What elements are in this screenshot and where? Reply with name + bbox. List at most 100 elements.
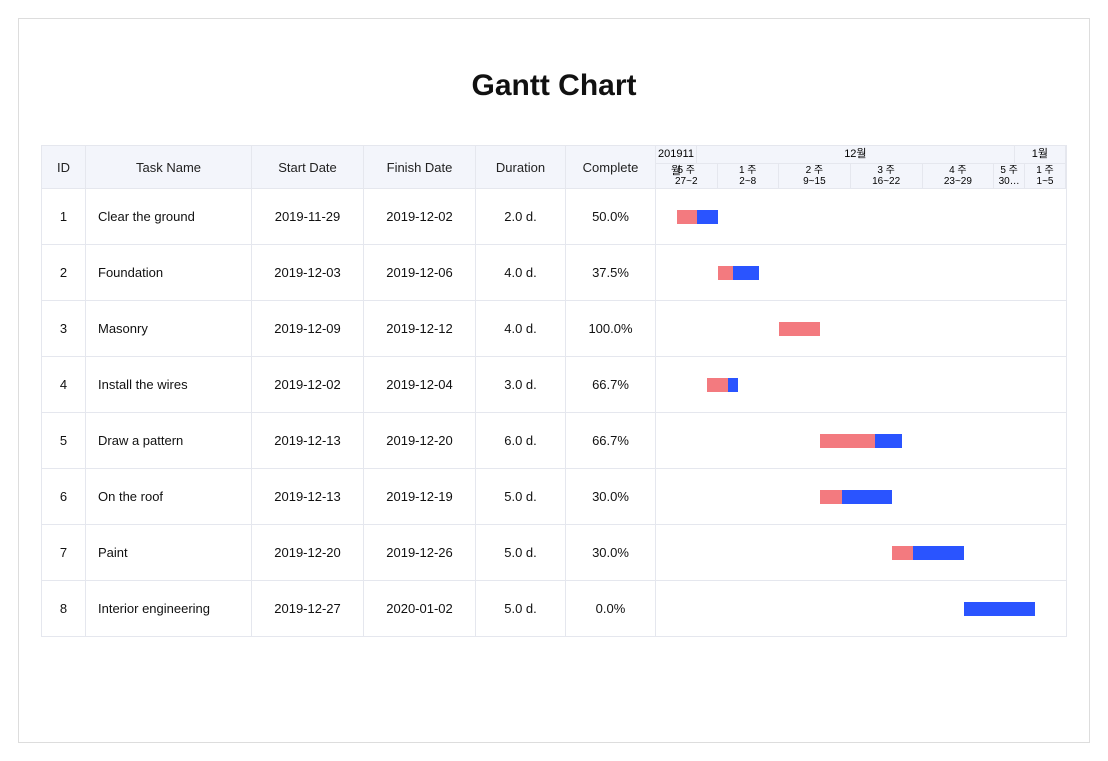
gantt-bar-done [677,210,698,224]
col-header-complete: Complete [566,146,656,188]
cell-duration: 4.0 d. [476,245,566,300]
cell-id: 2 [42,245,86,300]
cell-complete: 30.0% [566,469,656,524]
task-row: 5Draw a pattern2019-12-132019-12-206.0 d… [41,413,1067,469]
timeline-cell [656,581,1066,636]
cell-finish: 2019-12-19 [364,469,476,524]
timeline-header: 201911월12월1월 5 주27~21 주2~82 주9~153 주16~2… [656,146,1066,188]
cell-complete: 66.7% [566,413,656,468]
cell-duration: 4.0 d. [476,301,566,356]
gantt-bar [779,322,820,336]
timeline-week: 4 주23~29 [923,164,995,188]
task-row: 1Clear the ground2019-11-292019-12-022.0… [41,189,1067,245]
cell-start: 2019-12-03 [252,245,364,300]
cell-finish: 2019-12-06 [364,245,476,300]
timeline-cell [656,525,1066,580]
cell-complete: 50.0% [566,189,656,244]
gantt-bar-remaining [964,602,1036,616]
col-header-name: Task Name [86,146,252,188]
gantt-bar [718,266,759,280]
cell-duration: 6.0 d. [476,413,566,468]
cell-id: 6 [42,469,86,524]
cell-start: 2019-11-29 [252,189,364,244]
cell-name: Interior engineering [86,581,252,636]
gantt-bar-done [820,434,875,448]
cell-id: 7 [42,525,86,580]
cell-name: Clear the ground [86,189,252,244]
timeline-week: 3 주16~22 [851,164,923,188]
cell-finish: 2019-12-04 [364,357,476,412]
timeline-week: 1 주1~5 [1025,164,1066,188]
gantt-bar [677,210,718,224]
gantt-grid: ID Task Name Start Date Finish Date Dura… [41,145,1067,637]
timeline-week: 5 주30… [994,164,1025,188]
cell-name: Masonry [86,301,252,356]
cell-id: 3 [42,301,86,356]
timeline-week: 2 주9~15 [779,164,851,188]
timeline-month: 201911월 [656,146,697,163]
cell-duration: 5.0 d. [476,581,566,636]
cell-duration: 2.0 d. [476,189,566,244]
cell-start: 2019-12-13 [252,469,364,524]
cell-name: Install the wires [86,357,252,412]
cell-complete: 30.0% [566,525,656,580]
gantt-bar [820,434,902,448]
chart-title: Gantt Chart [19,69,1089,103]
timeline-cell [656,357,1066,412]
task-row: 3Masonry2019-12-092019-12-124.0 d.100.0% [41,301,1067,357]
cell-complete: 0.0% [566,581,656,636]
timeline-week: 5 주27~2 [656,164,718,188]
gantt-bar-done [707,378,728,392]
task-row: 7Paint2019-12-202019-12-265.0 d.30.0% [41,525,1067,581]
gantt-bar-done [820,490,842,504]
chart-frame: Gantt Chart ID Task Name Start Date Fini… [18,18,1090,743]
gantt-bar-done [892,546,914,560]
cell-start: 2019-12-20 [252,525,364,580]
cell-id: 5 [42,413,86,468]
gantt-bar [964,602,1036,616]
cell-id: 8 [42,581,86,636]
col-header-duration: Duration [476,146,566,188]
col-header-start: Start Date [252,146,364,188]
gantt-bar [820,490,892,504]
gantt-bar [892,546,964,560]
timeline-cell [656,469,1066,524]
cell-duration: 5.0 d. [476,469,566,524]
cell-name: Foundation [86,245,252,300]
cell-start: 2019-12-02 [252,357,364,412]
cell-finish: 2019-12-20 [364,413,476,468]
timeline-week: 1 주2~8 [718,164,780,188]
task-row: 2Foundation2019-12-032019-12-064.0 d.37.… [41,245,1067,301]
cell-start: 2019-12-27 [252,581,364,636]
col-header-id: ID [42,146,86,188]
task-row: 6On the roof2019-12-132019-12-195.0 d.30… [41,469,1067,525]
gantt-bar-done [779,322,820,336]
header-row: ID Task Name Start Date Finish Date Dura… [41,145,1067,189]
cell-id: 1 [42,189,86,244]
gantt-bar [707,378,738,392]
cell-id: 4 [42,357,86,412]
timeline-month: 12월 [697,146,1015,163]
task-row: 8Interior engineering2019-12-272020-01-0… [41,581,1067,637]
timeline-cell [656,189,1066,244]
cell-name: Draw a pattern [86,413,252,468]
col-header-finish: Finish Date [364,146,476,188]
timeline-cell [656,245,1066,300]
cell-name: Paint [86,525,252,580]
cell-complete: 37.5% [566,245,656,300]
timeline-cell [656,301,1066,356]
cell-duration: 3.0 d. [476,357,566,412]
timeline-cell [656,413,1066,468]
cell-complete: 66.7% [566,357,656,412]
gantt-bar-done [718,266,733,280]
cell-finish: 2019-12-26 [364,525,476,580]
timeline-month: 1월 [1015,146,1066,163]
cell-complete: 100.0% [566,301,656,356]
cell-finish: 2019-12-12 [364,301,476,356]
cell-finish: 2019-12-02 [364,189,476,244]
cell-start: 2019-12-13 [252,413,364,468]
cell-name: On the roof [86,469,252,524]
cell-duration: 5.0 d. [476,525,566,580]
cell-start: 2019-12-09 [252,301,364,356]
task-row: 4Install the wires2019-12-022019-12-043.… [41,357,1067,413]
